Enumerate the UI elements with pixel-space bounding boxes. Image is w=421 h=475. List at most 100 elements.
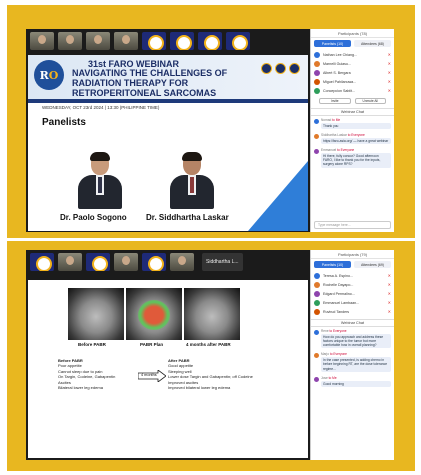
sponsor-logo-icon [261,63,272,74]
list-item: On Targin, Codeine, Gabapentin [58,374,116,380]
scan-caption: PABR Plan [140,342,164,347]
sponsor-logo-icon [289,63,300,74]
webinar-title: Navigating the Challenges of Radiation T… [72,68,228,98]
muted-mic-icon: ✕ [387,300,391,305]
top-screenshot: RO 31st FARO WEBINAR Navigating the Chal… [26,29,394,232]
avatar [314,51,320,58]
speaker-name-label: Siddhartha L... [202,253,243,271]
faro-logo-icon: RO [34,60,64,90]
participant-row[interactable]: Edgard Permalino... ✕ [314,289,391,298]
shared-slide: Before PABR PABR Plan 4 months after PAB… [28,280,308,458]
participant-name: Teresa A. Espino... [323,273,353,278]
participant-row[interactable]: Teresa A. Espino... ✕ [314,271,391,280]
muted-mic-icon: ✕ [387,88,391,93]
tab-attendees[interactable]: Attendees (68) [354,40,391,47]
participant-row[interactable]: Nathan Lee Chiang... ✕ [314,50,391,59]
chat-header: Webinar Chat [311,319,394,327]
chat-message: Rene to Everyone How do you approach and … [311,327,394,350]
participants-header: Participants (78) [311,29,394,38]
participant-row[interactable]: Miguel Pahilanuwa... ✕ [314,77,391,86]
participant-logo-thumbnail[interactable] [142,253,166,271]
avatar [314,330,319,335]
participant-video-thumbnail[interactable] [58,32,82,50]
avatar [314,60,320,67]
participant-video-thumbnail[interactable] [170,253,194,271]
avatar [314,290,320,297]
participant-name: Emmanuel Lambaan... [323,300,360,305]
participants-header: Participants (79) [311,250,394,259]
chat-text: In the case presented, is adding chemo i… [321,357,391,372]
bottom-screenshot: Siddhartha L... Before PABR PABR Plan 4 … [26,250,394,460]
participant-row[interactable]: Ruvirud Tanders ✕ [314,307,391,316]
ct-scan-image [126,288,182,340]
chat-sender: Marjo to Everyone [321,352,347,357]
muted-mic-icon: ✕ [387,61,391,66]
chat-sender: Nomad to Me [321,118,341,122]
chat-sender: Rene to Everyone [321,329,347,333]
after-list: After PABR Good appetite Sleeping well L… [168,358,253,390]
participant-name: Nathan Lee Chiang... [323,52,357,57]
participant-logo-thumbnail[interactable] [170,32,194,50]
tab-attendees[interactable]: Attendees (69) [354,261,391,268]
participant-video-thumbnail[interactable] [86,32,110,50]
invite-button[interactable]: Invite [319,98,351,104]
webinar-date: WEDNESDAY, OCT 23rd 2024 | 13:30 (PHILIP… [42,105,160,110]
banner-strip [28,99,308,103]
participant-name: Albert S. Bergara [323,70,351,75]
avatar [314,376,319,382]
tab-panelists[interactable]: Panelists (10) [314,261,351,268]
participant-name: Rochelle Dayapo... [323,282,354,287]
arrow-label: 4 months [141,373,157,377]
participant-logo-thumbnail[interactable] [142,32,166,50]
avatar [314,281,320,288]
video-thumbnail-strip [26,29,254,53]
before-list: Before PABR Poor appetite Cannot sleep d… [58,358,115,390]
participant-row[interactable]: Concepcion Sabiit... ✕ [314,86,391,95]
list-item: Improved bilateral lower leg edema [168,384,231,390]
participant-video-thumbnail[interactable] [114,253,138,271]
chat-text: https://faro-asia.org/ — have a great we… [321,138,391,145]
list-item: Lower dose Targin and Gabapentin; off Co… [168,374,253,380]
avatar [314,308,320,315]
unmute-all-button[interactable]: Unmute All [354,98,386,104]
participant-row[interactable]: Rochelle Dayapo... ✕ [314,280,391,289]
muted-mic-icon: ✕ [387,291,391,296]
scan-caption: Before PABR [78,342,106,347]
chat-text: Hi there, fully concur? Good afternoon F… [321,153,391,168]
chat-text: How do you approach and address these fa… [321,334,391,349]
participant-row[interactable]: Marnelli Guiasu... ✕ [314,59,391,68]
muted-mic-icon: ✕ [387,52,391,57]
participant-video-thumbnail[interactable] [58,253,82,271]
webinar-banner: RO 31st FARO WEBINAR Navigating the Chal… [28,55,308,103]
chat-message: Nomad to Me Thank you [311,116,394,131]
chat-message: Jose to Me Good morning [311,374,394,389]
participant-video-thumbnail[interactable] [114,32,138,50]
list-item: Bilateral lower leg edema [58,384,103,390]
chat-message: Emmanuel to Everyone Hi there, fully conc… [311,146,394,169]
participants-panel: Participants (79) Panelists (10) Attende… [310,250,394,460]
participant-logo-thumbnail[interactable] [198,32,222,50]
scan-caption: 4 months after PABR [186,342,231,347]
participants-panel: Participants (78) Panelists (10) Attende… [310,29,394,232]
participant-logo-thumbnail[interactable] [30,253,54,271]
decorative-triangle [248,161,308,231]
sponsor-logos [261,63,300,74]
avatar [314,119,319,124]
avatar [314,78,320,85]
participant-row[interactable]: Emmanuel Lambaan... ✕ [314,298,391,307]
avatar [314,149,319,155]
participant-logo-thumbnail[interactable] [86,253,110,271]
avatar [314,87,320,94]
participant-logo-thumbnail[interactable] [226,32,250,50]
panelist-photo [168,152,216,209]
participant-video-thumbnail[interactable] [30,32,54,50]
chat-text: Thank you [321,123,391,130]
muted-mic-icon: ✕ [387,282,391,287]
tab-panelists[interactable]: Panelists (10) [314,40,351,47]
sponsor-logo-icon [275,63,286,74]
chat-input[interactable]: Type message here... [314,221,391,229]
participant-tabs: Panelists (10) Attendees (69) [311,259,394,270]
ct-scan-image [68,288,124,340]
participant-row[interactable]: Albert S. Bergara ✕ [314,68,391,77]
participant-name: Miguel Pahilanuwa... [323,79,357,84]
